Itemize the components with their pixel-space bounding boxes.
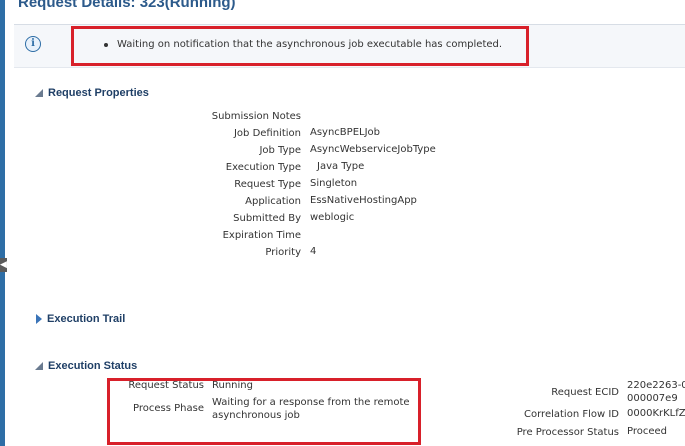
highlight-box-message [71, 26, 529, 66]
field-label-correlation-flow-id: Correlation Flow ID [524, 409, 619, 420]
field-value-submitted-by: weblogic [310, 212, 355, 223]
field-value-request-ecid-line2: 000007e9 [627, 393, 678, 404]
field-value-priority: 4 [310, 246, 317, 257]
section-title: Execution Status [48, 360, 138, 372]
field-label-execution-type: Execution Type [225, 162, 301, 173]
field-label-request-type: Request Type [234, 179, 301, 190]
triangle-collapsed-icon[interactable] [36, 314, 42, 324]
page-title: Request Details: 323(Running) [18, 0, 236, 11]
section-title: Request Properties [48, 87, 149, 99]
collapse-pane-icon[interactable]: ◀ [0, 258, 7, 272]
field-value-correlation-flow-id: 0000KrKLfZu [627, 408, 685, 419]
field-label-job-type: Job Type [259, 145, 301, 156]
field-value-pre-processor-status: Proceed [627, 426, 668, 437]
section-execution-trail[interactable]: Execution Trail [35, 313, 125, 325]
field-value-execution-type: Java Type [317, 161, 365, 172]
field-label-job-definition: Job Definition [233, 128, 301, 139]
triangle-expanded-icon[interactable] [35, 89, 43, 97]
field-label-application: Application [245, 196, 301, 207]
field-label-expiration-time: Expiration Time [222, 230, 301, 241]
field-value-application: EssNativeHostingApp [310, 195, 417, 206]
section-execution-status[interactable]: Execution Status [35, 360, 137, 372]
field-value-job-definition: AsyncBPELJob [310, 127, 380, 138]
highlight-box-status [107, 378, 421, 445]
section-title: Execution Trail [47, 313, 126, 325]
field-value-request-type: Singleton [310, 178, 358, 189]
field-label-submitted-by: Submitted By [233, 213, 301, 224]
field-label-submission-notes: Submission Notes [211, 111, 301, 122]
field-value-request-ecid-line1: 220e2263-0 [627, 380, 685, 391]
field-label-priority: Priority [265, 247, 301, 258]
section-request-properties[interactable]: Request Properties [35, 87, 149, 99]
field-label-pre-processor-status: Pre Processor Status [516, 427, 619, 438]
field-label-request-ecid: Request ECID [551, 387, 619, 398]
left-rail [0, 0, 5, 446]
info-icon: i [25, 36, 41, 52]
triangle-expanded-icon[interactable] [35, 362, 43, 370]
field-value-job-type: AsyncWebserviceJobType [310, 144, 436, 155]
